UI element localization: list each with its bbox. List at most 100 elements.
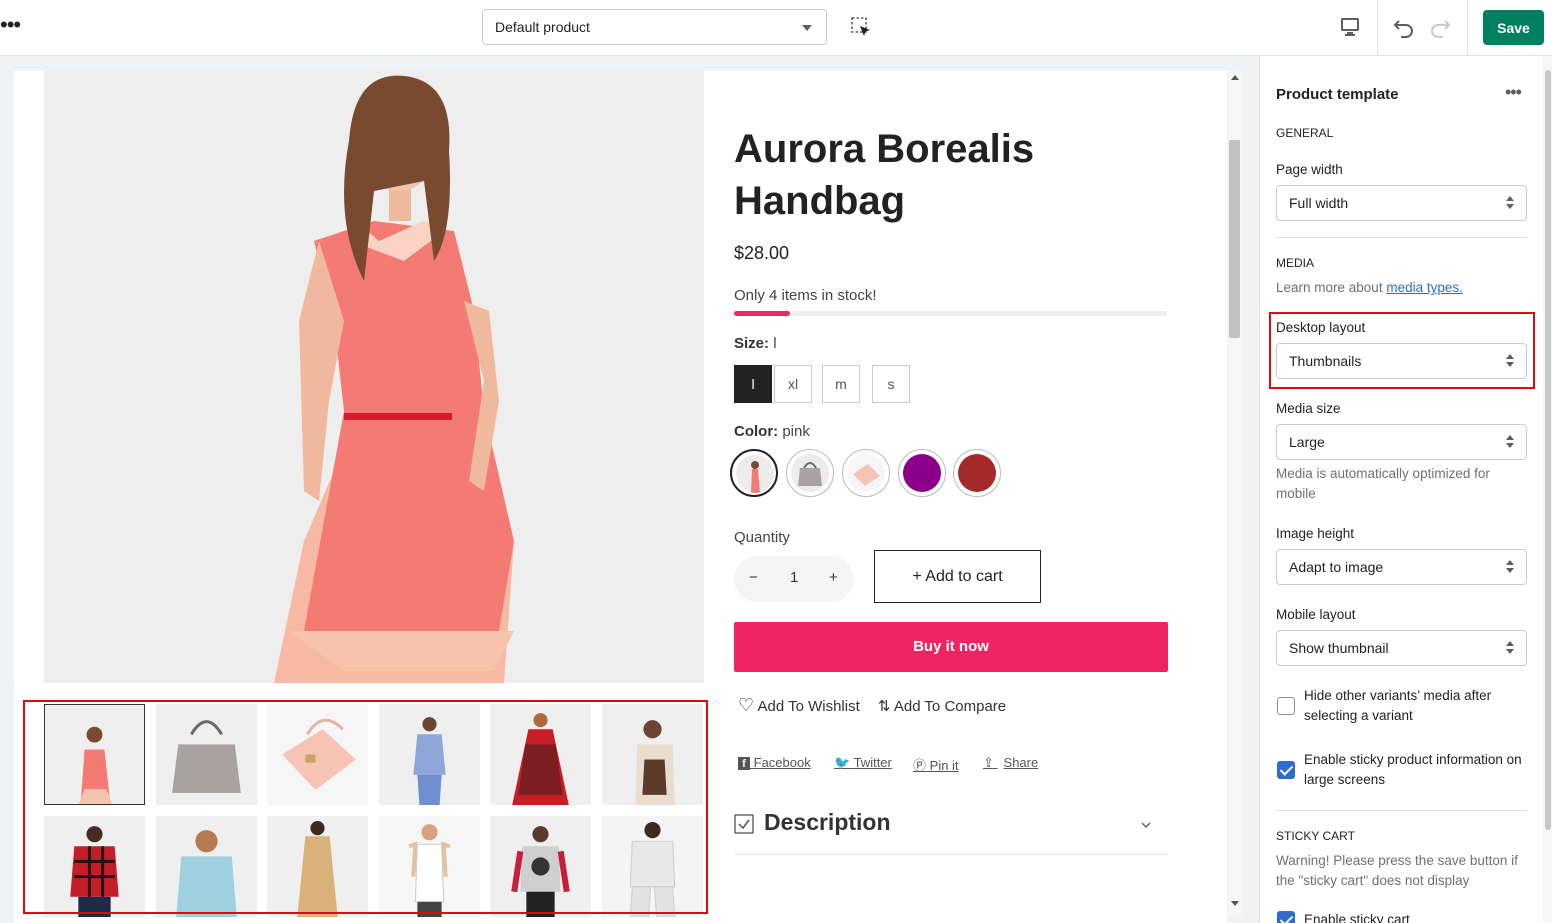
section-sticky-cart: STICKY CART [1276, 829, 1355, 843]
product-price: $28.00 [734, 243, 790, 263]
color-swatch-pink-bag[interactable] [842, 449, 890, 497]
wishlist-compare-row: ♡ Add To Wishlist ⇅ Add To Compare [738, 695, 1006, 716]
quantity-stepper: − 1 + [734, 556, 854, 602]
scroll-up-arrow-icon[interactable] [1231, 75, 1239, 80]
desktop-layout-select[interactable]: Thumbnails [1276, 343, 1527, 379]
desktop-view-icon[interactable] [1338, 16, 1362, 38]
inspect-select-icon[interactable] [850, 16, 872, 38]
scroll-down-arrow-icon[interactable] [1231, 901, 1239, 906]
add-to-wishlist-link[interactable]: Add To Wishlist [757, 698, 859, 715]
thumbnail[interactable] [267, 816, 368, 917]
thumbnail[interactable] [602, 816, 703, 917]
save-button[interactable]: Save [1483, 10, 1544, 45]
page-width-label: Page width [1276, 162, 1343, 177]
template-select[interactable]: Default product [482, 9, 827, 45]
desktop-layout-label: Desktop layout [1276, 320, 1366, 335]
share-twitter[interactable]: 🐦 Twitter [834, 755, 892, 771]
product-main-image[interactable] [44, 71, 704, 683]
twitter-icon: 🐦 [834, 755, 851, 770]
color-label: Color: pink [734, 423, 810, 440]
hide-variants-checkbox[interactable] [1277, 697, 1295, 715]
quantity-label: Quantity [734, 529, 790, 546]
share-facebook[interactable]: f Facebook [738, 755, 811, 770]
redo-icon[interactable] [1428, 15, 1452, 39]
color-swatch-dress[interactable] [730, 449, 778, 497]
checkbox-icon [734, 814, 754, 834]
stock-message: Only 4 items in stock! [734, 287, 877, 304]
thumbnail[interactable] [267, 704, 368, 805]
media-size-value: Large [1289, 434, 1325, 450]
more-menu-icon[interactable]: ••• [0, 14, 21, 36]
media-size-help: Media is automatically optimized for mob… [1276, 466, 1490, 501]
thumbnail[interactable] [44, 704, 145, 805]
preview-scroll-thumb[interactable] [1229, 140, 1240, 338]
thumbnail[interactable] [379, 704, 480, 805]
divider [1276, 237, 1527, 238]
thumbnail[interactable] [44, 816, 145, 917]
mobile-layout-label: Mobile layout [1276, 607, 1356, 622]
size-option[interactable]: xl [774, 365, 812, 403]
twitter-link-label: Twitter [853, 755, 892, 770]
thumbnail[interactable] [602, 704, 703, 805]
add-to-cart-button[interactable]: + Add to cart [874, 550, 1041, 603]
stock-progress-bar [734, 311, 1167, 316]
mobile-layout-select[interactable]: Show thumbnail [1276, 630, 1527, 666]
sticky-info-label: Enable sticky product information on lar… [1304, 752, 1522, 787]
size-option[interactable]: l [734, 365, 772, 403]
page-width-select[interactable]: Full width [1276, 185, 1527, 221]
enable-sticky-cart-checkbox[interactable] [1277, 911, 1295, 923]
template-select-value: Default product [495, 19, 590, 35]
page-width-value: Full width [1289, 195, 1349, 211]
color-swatch-red[interactable] [953, 449, 1001, 497]
thumbnail[interactable] [156, 816, 257, 917]
enable-sticky-cart-label: Enable sticky cart [1304, 912, 1410, 923]
settings-sidebar: Product template ••• GENERAL Page width … [1259, 56, 1552, 923]
buy-now-button[interactable]: Buy it now [734, 622, 1168, 672]
media-types-link[interactable]: media types. [1386, 280, 1463, 295]
description-accordion[interactable]: Description [734, 809, 1168, 855]
hide-variants-label: Hide other variants’ media after selecti… [1304, 688, 1492, 723]
pinterest-link-label: Pin it [929, 758, 959, 773]
desktop-layout-value: Thumbnails [1289, 353, 1362, 369]
thumbnail[interactable] [490, 816, 591, 917]
swatch-fill [958, 454, 996, 492]
product-title: Aurora Borealis Handbag [734, 127, 1035, 223]
share-link[interactable]: ⇪ Share [983, 755, 1038, 771]
sidebar-title: Product template [1276, 86, 1399, 103]
chevron-down-icon [802, 25, 812, 31]
color-swatch-purple[interactable] [898, 449, 946, 497]
image-height-select[interactable]: Adapt to image [1276, 549, 1527, 585]
size-option[interactable]: m [822, 365, 860, 403]
media-help-text: Learn more about media types. [1276, 280, 1463, 295]
add-to-compare-link[interactable]: Add To Compare [894, 698, 1006, 715]
editor-topbar: ••• Default product Save [0, 0, 1552, 56]
quantity-decrease-button[interactable]: − [749, 569, 758, 586]
thumbnail[interactable] [379, 816, 480, 917]
select-arrows-icon [1506, 435, 1514, 449]
select-arrows-icon [1506, 196, 1514, 210]
compare-icon[interactable]: ⇅ [878, 698, 891, 715]
quantity-increase-button[interactable]: + [829, 569, 838, 586]
section-media: MEDIA [1276, 256, 1315, 270]
size-option[interactable]: s [872, 365, 910, 403]
color-swatch-gray-bag[interactable] [786, 449, 834, 497]
undo-icon[interactable] [1392, 15, 1416, 39]
share-pinterest[interactable]: Ⓟ Pin it [913, 755, 959, 774]
divider [1276, 810, 1527, 811]
model-in-pink-dress-image [44, 71, 704, 683]
thumbnail[interactable] [490, 704, 591, 805]
thumbnail[interactable] [156, 704, 257, 805]
media-size-select[interactable]: Large [1276, 424, 1527, 460]
size-label: Size: l [734, 335, 777, 352]
quantity-input[interactable]: 1 [790, 569, 798, 586]
sidebar-scroll-thumb[interactable] [1545, 70, 1551, 830]
select-arrows-icon [1506, 354, 1514, 368]
facebook-icon: f [738, 757, 750, 770]
description-title: Description [764, 809, 891, 835]
size-selected-value: l [773, 335, 777, 352]
more-actions-icon[interactable]: ••• [1505, 82, 1522, 103]
heart-icon[interactable]: ♡ [738, 695, 754, 715]
color-selected-value: pink [782, 423, 810, 440]
sticky-info-checkbox[interactable] [1277, 761, 1295, 779]
pinterest-icon: Ⓟ [913, 758, 927, 773]
